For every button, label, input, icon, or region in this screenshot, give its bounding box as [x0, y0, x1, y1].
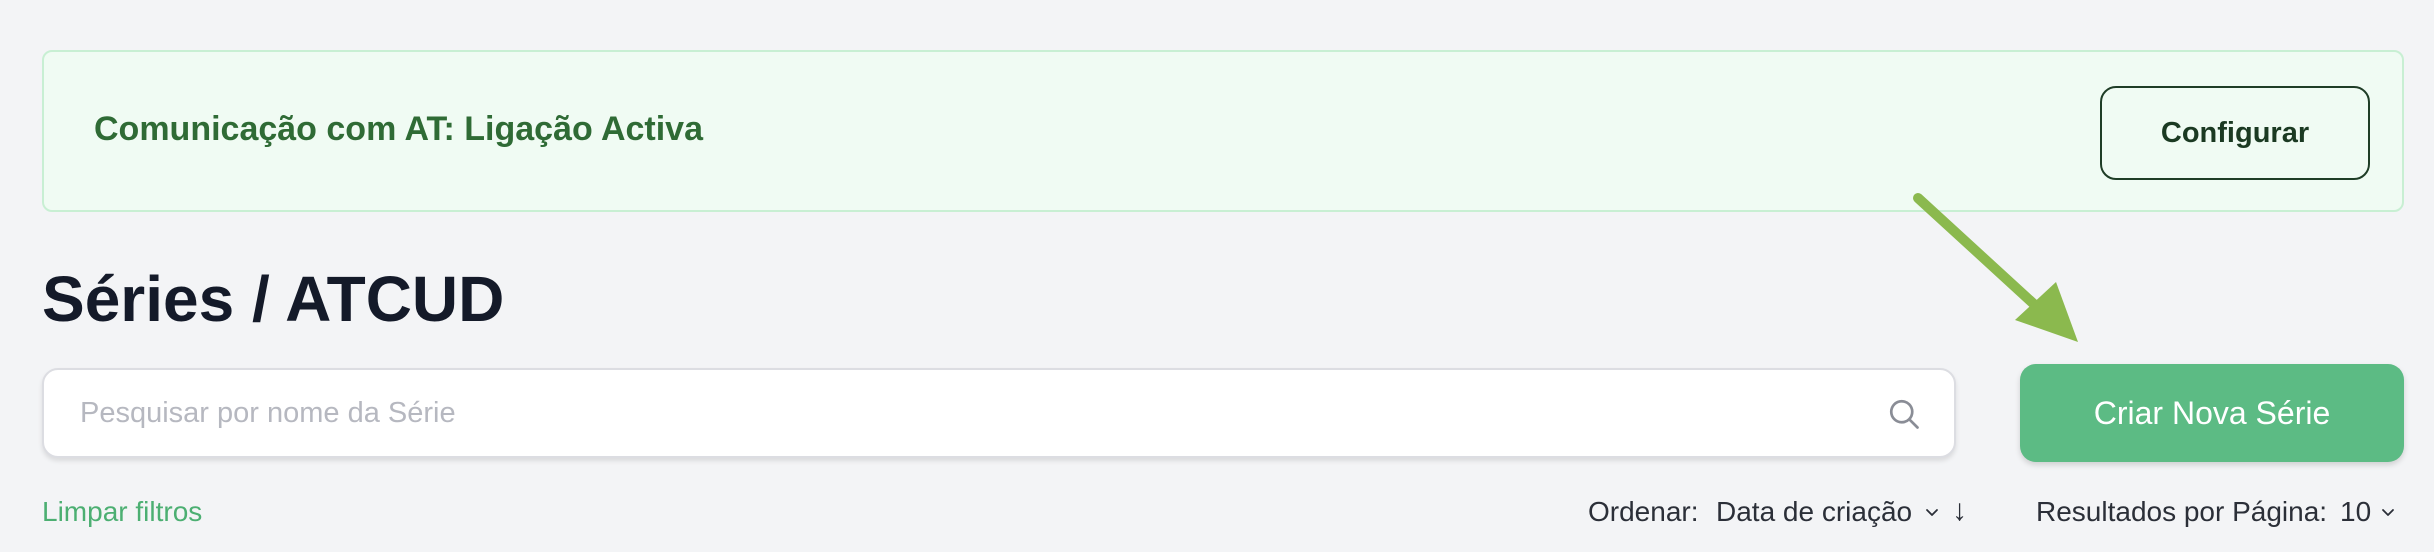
arrow-annotation-icon [1913, 193, 2078, 342]
search-icon[interactable] [1886, 396, 1922, 432]
page-title: Séries / ATCUD [42, 263, 505, 335]
create-series-button[interactable]: Criar Nova Série [2020, 364, 2404, 462]
per-page-select[interactable]: 10 [2340, 496, 2371, 528]
sort-label: Ordenar: [1588, 496, 1699, 527]
series-page: Comunicação com AT: Ligação Activa Confi… [0, 0, 2434, 552]
chevron-down-icon[interactable] [1924, 502, 1940, 522]
sort-direction-toggle[interactable]: ↓ [1952, 494, 1967, 528]
configure-button[interactable]: Configurar [2100, 86, 2370, 180]
at-connection-banner: Comunicação com AT: Ligação Activa Confi… [42, 50, 2404, 212]
sort-select[interactable]: Data de criação [1716, 496, 1912, 528]
per-page-label: Resultados por Página: [2036, 496, 2328, 527]
search-input[interactable] [80, 370, 1860, 456]
search-box [42, 368, 1956, 458]
connection-status-text: Comunicação com AT: Ligação Activa [94, 110, 703, 148]
chevron-down-icon[interactable] [2380, 502, 2396, 522]
clear-filters-link[interactable]: Limpar filtros [42, 496, 202, 528]
